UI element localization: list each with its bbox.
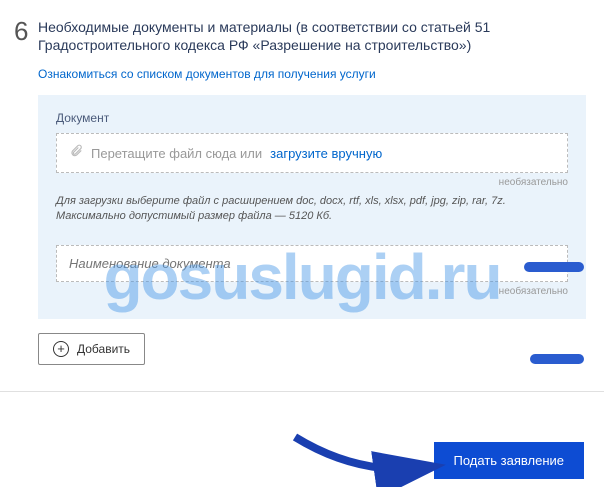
document-name-input[interactable] [56,245,568,282]
add-button-label: Добавить [77,342,130,356]
plus-icon: + [53,341,69,357]
file-hint: Для загрузки выберите файл с расширением… [56,194,568,223]
redaction-mark [530,354,584,364]
section-title: Необходимые документы и материалы (в соо… [38,18,586,54]
document-label: Документ [56,111,568,125]
step-number: 6 [14,18,38,365]
documents-list-link[interactable]: Ознакомиться со списком документов для п… [38,67,376,81]
add-button[interactable]: + Добавить [38,333,145,365]
file-dropzone[interactable]: Перетащите файл сюда или загрузите вручн… [56,133,568,173]
arrow-annotation [290,427,450,487]
paperclip-icon [69,144,83,162]
divider [0,391,604,392]
redaction-mark [524,262,584,272]
upload-manual-link[interactable]: загрузите вручную [270,146,382,161]
optional-label-2: необязательно [56,286,568,297]
optional-label-1: необязательно [56,177,568,188]
submit-button[interactable]: Подать заявление [434,442,584,479]
upload-panel: Документ Перетащите файл сюда или загруз… [38,95,586,319]
dropzone-text: Перетащите файл сюда или [91,146,262,161]
